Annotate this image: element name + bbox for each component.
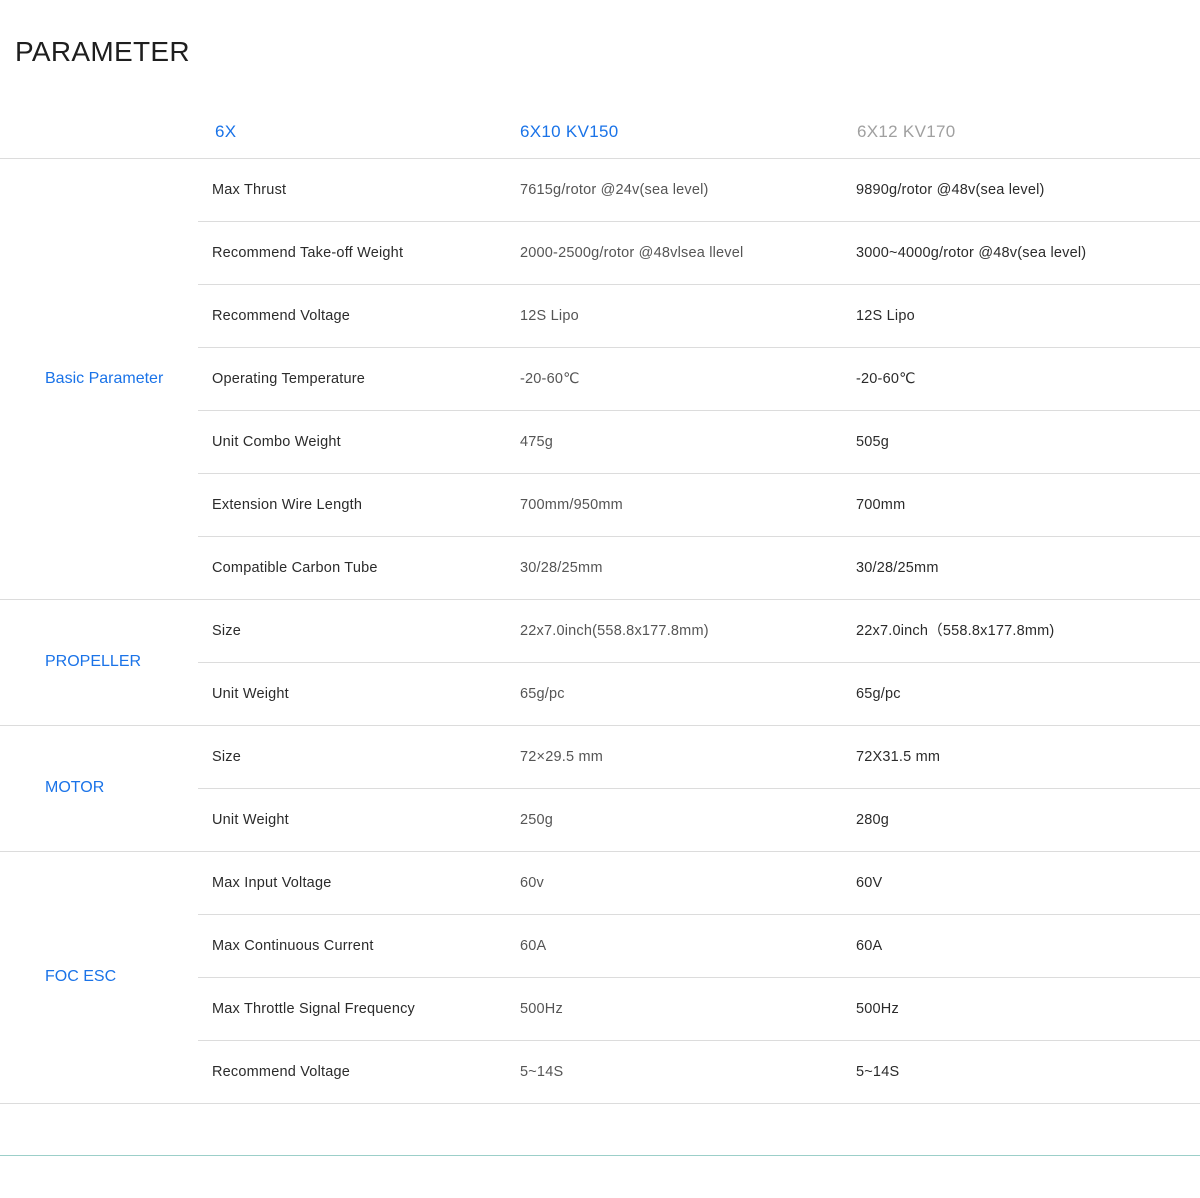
row-divider: [198, 662, 1200, 663]
value-model-1: 30/28/25mm: [520, 560, 603, 576]
row-label: Compatible Carbon Tube: [212, 560, 378, 576]
column-header-model-1[interactable]: 6X10 KV150: [520, 120, 618, 144]
column-header-model-2[interactable]: 6X12 KV170: [857, 120, 955, 144]
row-label: Operating Temperature: [212, 371, 366, 387]
footer-divider: [0, 1155, 1200, 1156]
row-label: Recommend Voltage: [212, 1064, 351, 1080]
row-label: Size: [212, 749, 242, 765]
value-model-1: 475g: [520, 434, 554, 450]
value-model-2: 280g: [856, 812, 890, 828]
row-label: Max Input Voltage: [212, 875, 332, 891]
value-model-1: 22x7.0inch(558.8x177.8mm): [520, 623, 709, 639]
group-divider: [0, 1103, 1200, 1104]
row-label: Size: [212, 623, 242, 639]
value-model-1: 250g: [520, 812, 554, 828]
row-divider: [198, 788, 1200, 789]
value-model-1: 72×29.5 mm: [520, 749, 604, 765]
value-model-1: 65g/pc: [520, 686, 565, 702]
row-divider: [198, 473, 1200, 474]
row-divider: [198, 1040, 1200, 1041]
row-divider: [198, 347, 1200, 348]
value-model-1: 500Hz: [520, 1001, 563, 1017]
row-divider: [198, 536, 1200, 537]
group-divider: [0, 851, 1200, 852]
value-model-2: 60V: [856, 875, 883, 891]
row-label: Unit Weight: [212, 686, 289, 702]
value-model-1: 60A: [520, 938, 547, 954]
value-model-2: -20-60℃: [856, 371, 916, 387]
value-model-2: 500Hz: [856, 1001, 899, 1017]
group-label: Basic Parameter: [45, 369, 164, 387]
page-title: PARAMETER: [15, 36, 190, 67]
column-header-series: 6X: [215, 122, 237, 141]
row-label: Max Thrust: [212, 182, 287, 198]
value-model-2: 22x7.0inch（558.8x177.8mm): [856, 623, 1055, 639]
value-model-1: 7615g/rotor @24v(sea level): [520, 182, 709, 198]
group-divider: [0, 599, 1200, 600]
value-model-2: 60A: [856, 938, 883, 954]
value-model-1: 5~14S: [520, 1064, 564, 1080]
value-model-2: 505g: [856, 434, 890, 450]
value-model-2: 12S Lipo: [856, 308, 915, 324]
value-model-2: 30/28/25mm: [856, 560, 939, 576]
value-model-1: 700mm/950mm: [520, 497, 623, 513]
row-label: Recommend Voltage: [212, 308, 351, 324]
row-divider: [198, 977, 1200, 978]
value-model-1: 2000-2500g/rotor @48vlsea llevel: [520, 245, 744, 261]
row-divider: [198, 284, 1200, 285]
group-divider: [0, 725, 1200, 726]
row-label: Recommend Take-off Weight: [212, 245, 404, 261]
row-label: Unit Weight: [212, 812, 289, 828]
value-model-2: 5~14S: [856, 1064, 900, 1080]
value-model-1: 60v: [520, 875, 544, 891]
value-model-2: 9890g/rotor @48v(sea level): [856, 182, 1045, 198]
value-model-2: 65g/pc: [856, 686, 901, 702]
row-divider: [198, 914, 1200, 915]
value-model-2: 72X31.5 mm: [856, 749, 941, 765]
value-model-2: 3000~4000g/rotor @48v(sea level): [856, 245, 1087, 261]
value-model-2: 700mm: [856, 497, 906, 513]
row-label: Extension Wire Length: [212, 497, 363, 513]
row-label: Unit Combo Weight: [212, 434, 341, 450]
group-label: PROPELLER: [45, 653, 142, 670]
row-divider: [198, 410, 1200, 411]
row-divider: [198, 221, 1200, 222]
group-label: MOTOR: [45, 779, 105, 796]
header-divider: [0, 158, 1200, 159]
value-model-1: 12S Lipo: [520, 308, 579, 324]
row-label: Max Throttle Signal Frequency: [212, 1001, 415, 1017]
value-model-1: -20-60℃: [520, 371, 580, 387]
group-label: FOC ESC: [45, 968, 117, 985]
row-label: Max Continuous Current: [212, 938, 374, 954]
